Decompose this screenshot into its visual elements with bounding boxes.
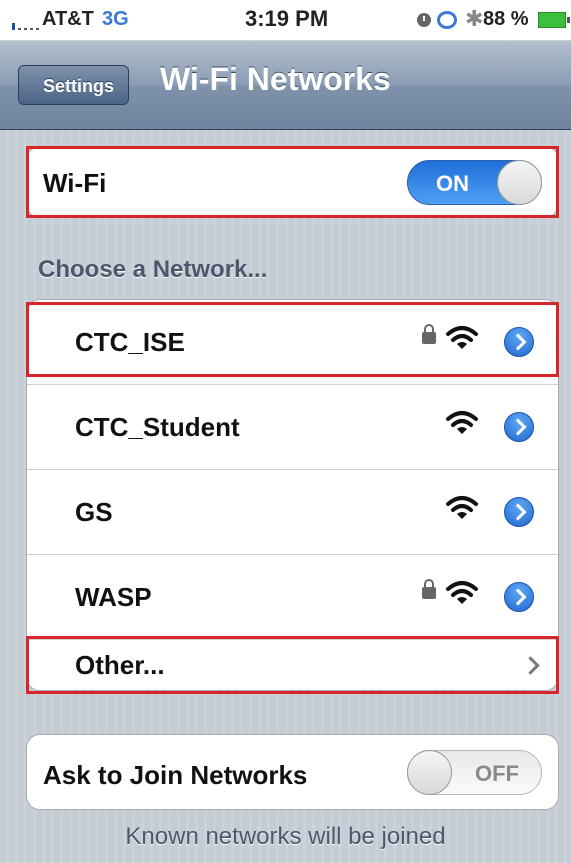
navigation-bar: Settings Wi-Fi Networks xyxy=(0,41,571,130)
bluetooth-icon: ✱ xyxy=(465,6,484,31)
toggle-knob xyxy=(407,750,452,795)
ask-to-join-group: Ask to Join Networks OFF xyxy=(26,734,559,810)
signal-icon xyxy=(12,22,40,30)
chevron-right-icon xyxy=(521,656,540,675)
network-name: CTC_ISE xyxy=(75,327,185,357)
ask-toggle-state: OFF xyxy=(475,761,519,786)
network-name: WASP xyxy=(75,582,152,612)
page-title: Wi-Fi Networks xyxy=(160,61,391,97)
wifi-row: Wi-Fi ON xyxy=(27,147,558,219)
wifi-group: Wi-Fi ON xyxy=(26,146,559,218)
network-row[interactable]: WASP xyxy=(27,555,558,640)
networks-group: CTC_ISE CTC_Student GS WASP Other... xyxy=(26,299,559,691)
network-details-button[interactable] xyxy=(504,412,534,442)
networks-section-header: Choose a Network... xyxy=(38,256,268,283)
wifi-label: Wi-Fi xyxy=(43,168,107,198)
network-row[interactable]: GS xyxy=(27,470,558,555)
network-details-button[interactable] xyxy=(504,497,534,527)
network-name: GS xyxy=(75,497,113,527)
ask-to-join-row: Ask to Join Networks OFF xyxy=(27,735,558,811)
network-details-button[interactable] xyxy=(504,582,534,612)
wifi-toggle[interactable]: ON xyxy=(407,160,542,205)
toggle-knob xyxy=(497,160,542,205)
carrier-label: AT&T xyxy=(42,8,94,30)
network-name: CTC_Student xyxy=(75,412,240,442)
network-row[interactable]: CTC_Student xyxy=(27,385,558,470)
network-details-button[interactable] xyxy=(504,327,534,357)
wifi-toggle-state: ON xyxy=(436,171,469,196)
lock-icon xyxy=(422,324,436,344)
status-time: 3:19 PM xyxy=(245,6,329,31)
wifi-signal-icon xyxy=(446,326,478,349)
network-row[interactable]: CTC_ISE xyxy=(27,300,558,385)
rotation-lock-icon xyxy=(437,11,457,29)
settings-back-button[interactable]: Settings xyxy=(18,65,130,105)
other-network-row[interactable]: Other... xyxy=(27,640,558,692)
network-type-label: 3G xyxy=(102,8,129,30)
ask-to-join-label: Ask to Join Networks xyxy=(43,760,308,790)
lock-icon xyxy=(422,579,436,599)
wifi-signal-icon xyxy=(446,581,478,604)
wifi-signal-icon xyxy=(446,496,478,519)
battery-icon xyxy=(538,12,570,28)
battery-percent: 88 % xyxy=(483,8,529,30)
wifi-signal-icon xyxy=(446,411,478,434)
back-button-label: Settings xyxy=(43,76,115,96)
status-bar: AT&T 3G 3:19 PM ✱ 88 % xyxy=(0,0,571,41)
other-network-label: Other... xyxy=(75,650,165,680)
clock-icon xyxy=(417,13,431,27)
ask-to-join-toggle[interactable]: OFF xyxy=(407,750,542,795)
footer-text: Known networks will be joined xyxy=(125,823,446,850)
